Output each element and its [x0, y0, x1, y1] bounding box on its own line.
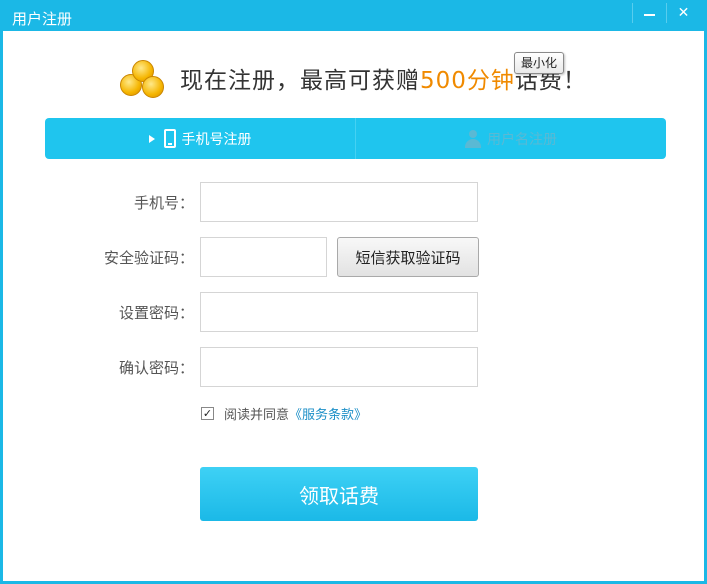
- tab-username-register[interactable]: 用户名注册: [355, 118, 666, 159]
- terms-link[interactable]: 《服务条款》: [289, 404, 367, 423]
- window-title: 用户注册: [12, 10, 73, 28]
- window-controls: ✕: [632, 3, 700, 23]
- code-label: 安全验证码：: [103, 249, 194, 267]
- agreement-row: ✓ 阅读并同意 《服务条款》: [201, 404, 367, 423]
- title-bar[interactable]: 用户注册 ✕: [3, 3, 704, 31]
- minimize-tooltip: 最小化: [514, 52, 565, 74]
- selected-arrow-icon: [148, 134, 155, 143]
- verification-code-input[interactable]: [200, 237, 327, 277]
- register-tabs: 手机号注册 用户名注册: [45, 118, 666, 159]
- promo-highlight: 500分钟: [420, 68, 515, 94]
- agreement-text: 阅读并同意: [224, 408, 290, 423]
- gold-coins-icon: [118, 56, 168, 100]
- phone-label: 手机号：: [133, 194, 194, 212]
- get-sms-code-button[interactable]: 短信获取验证码: [337, 237, 479, 277]
- confirm-password-input[interactable]: [200, 347, 478, 387]
- tab-label: 手机号注册: [181, 131, 252, 148]
- password-input[interactable]: [200, 292, 478, 332]
- phone-row: 手机号：: [0, 182, 707, 222]
- agree-checkbox[interactable]: ✓: [201, 407, 214, 420]
- tab-label: 用户名注册: [487, 131, 557, 148]
- tab-phone-register[interactable]: 手机号注册: [45, 118, 355, 159]
- phone-input[interactable]: [200, 182, 478, 222]
- confirm-password-label: 确认密码：: [118, 359, 194, 377]
- password-row: 设置密码：: [0, 292, 707, 332]
- promo-text-before: 现在注册，最高可获赠: [180, 68, 420, 94]
- close-button[interactable]: ✕: [666, 3, 700, 23]
- mobile-phone-icon: [163, 129, 176, 148]
- code-row: 安全验证码： 短信获取验证码: [0, 237, 707, 277]
- claim-credit-button[interactable]: 领取话费: [200, 467, 478, 521]
- password-label: 设置密码：: [118, 304, 194, 322]
- minimize-button[interactable]: [632, 3, 666, 23]
- user-icon: [465, 129, 481, 148]
- confirm-password-row: 确认密码：: [0, 347, 707, 387]
